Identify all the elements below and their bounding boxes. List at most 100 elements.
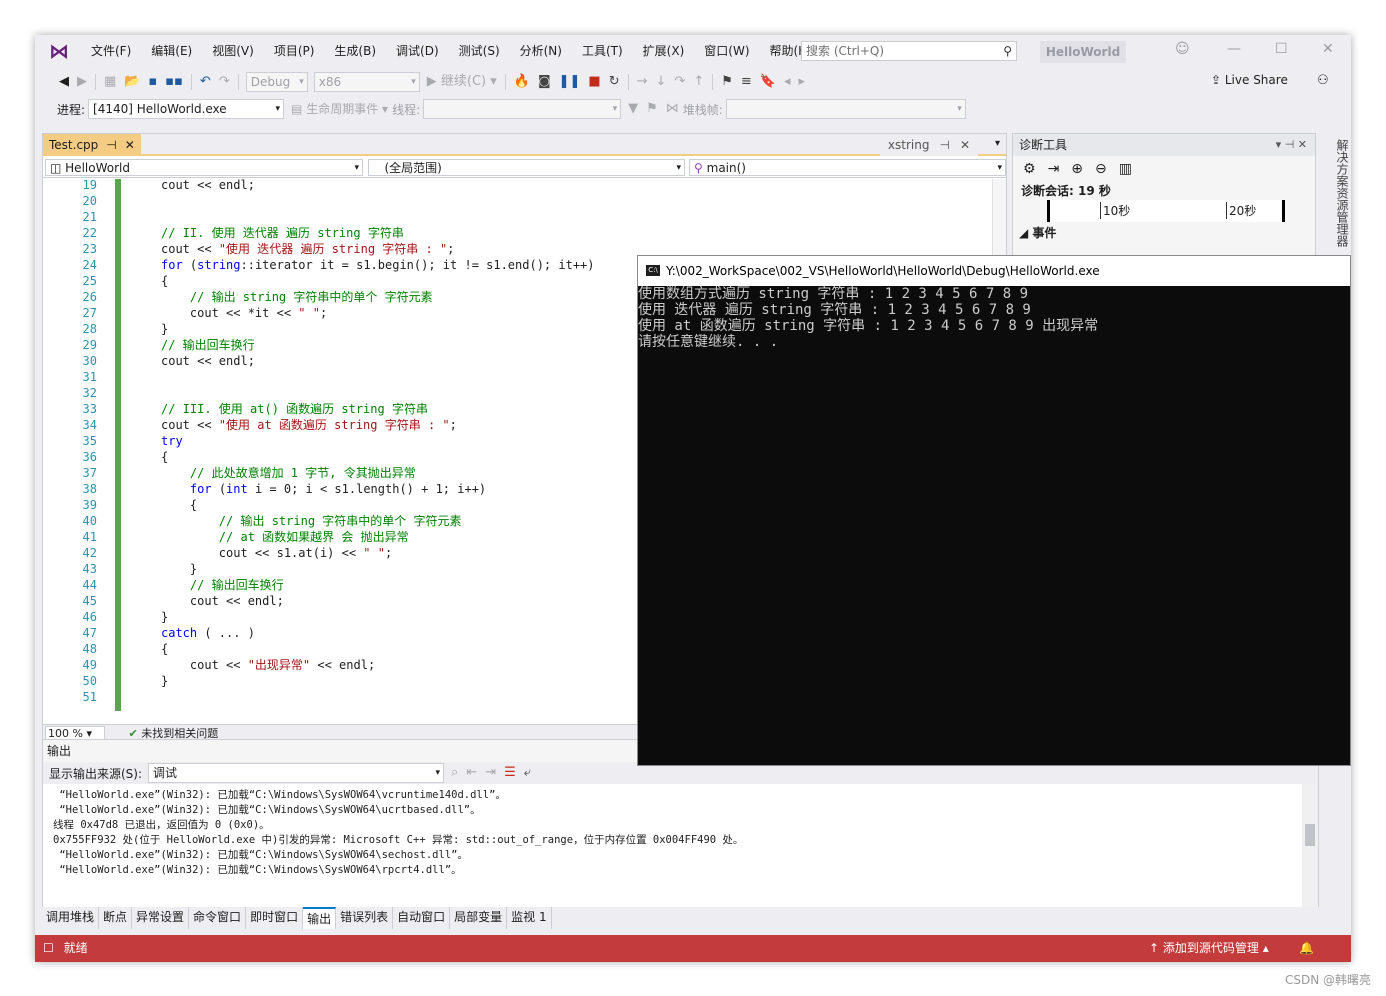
step-over-icon[interactable]: ↷ bbox=[670, 73, 689, 91]
close-button[interactable]: ✕ bbox=[1322, 41, 1334, 57]
close-tab-icon[interactable]: ✕ bbox=[960, 134, 970, 156]
bottom-tab[interactable]: 命令窗口 bbox=[189, 907, 247, 929]
next-message-icon[interactable]: ⇥ bbox=[481, 764, 500, 782]
menu-item[interactable]: 工具(T) bbox=[572, 35, 633, 67]
pin-icon[interactable]: ⊣ bbox=[106, 134, 116, 156]
word-wrap-icon[interactable]: ⤶ bbox=[520, 764, 535, 782]
hot-reload-icon[interactable]: 🔥 bbox=[510, 73, 534, 91]
maximize-button[interactable]: ☐ bbox=[1275, 41, 1288, 57]
pin-icon[interactable]: ⊣ bbox=[939, 134, 949, 156]
config-select[interactable]: Debug ▾ bbox=[245, 72, 308, 92]
back-icon[interactable]: ◀ bbox=[55, 73, 73, 91]
threads-icon[interactable]: ⋈ bbox=[662, 100, 683, 118]
search-box[interactable]: 搜索 (Ctrl+Q) ⚲ bbox=[801, 41, 1017, 61]
session-duration: 诊断会话: 19 秒 bbox=[1021, 184, 1111, 198]
forward-icon[interactable]: ▶ bbox=[73, 73, 91, 91]
line-text: cout << "使用 迭代器 遍历 string 字符串 : "; bbox=[161, 242, 455, 256]
events-section[interactable]: ◢ 事件 bbox=[1013, 222, 1315, 244]
platform-select[interactable]: x86 ▾ bbox=[313, 72, 420, 92]
project-dropdown[interactable]: ◫ HelloWorld ▾ bbox=[45, 159, 363, 176]
prev-message-icon[interactable]: ⇤ bbox=[462, 764, 481, 782]
zoom-in-icon[interactable]: ⊕ bbox=[1071, 161, 1083, 177]
thread-select[interactable]: ▾ bbox=[423, 99, 622, 119]
stop-icon[interactable]: ■ bbox=[584, 73, 604, 91]
show-next-statement-icon[interactable]: → bbox=[633, 73, 652, 91]
console-output[interactable]: 使用数组方式遍历 string 字符串 : 1 2 3 4 5 6 7 8 9使… bbox=[638, 286, 1350, 350]
screenshot-icon[interactable]: ◙ bbox=[534, 73, 555, 91]
bottom-tab[interactable]: 调用堆栈 bbox=[42, 907, 100, 929]
menu-item[interactable]: 生成(B) bbox=[324, 35, 386, 67]
bottom-tab[interactable]: 异常设置 bbox=[132, 907, 190, 929]
chart-icon[interactable]: ▥ bbox=[1119, 161, 1132, 177]
zoom-out-icon[interactable]: ⊖ bbox=[1095, 161, 1107, 177]
panel-controls-icon[interactable]: ▾ ⊣ ✕ bbox=[1276, 134, 1315, 156]
line-number: 27 bbox=[82, 306, 97, 320]
line-number: 46 bbox=[82, 610, 97, 624]
clear-all-icon[interactable]: ☰ bbox=[500, 764, 520, 782]
line-number: 20 bbox=[82, 194, 97, 208]
code-line[interactable]: 22 // II. 使用 迭代器 遍历 string 字符串 bbox=[43, 225, 993, 241]
menu-item[interactable]: 扩展(X) bbox=[633, 35, 695, 67]
timeline-ruler[interactable]: 10秒 20秒 bbox=[1047, 200, 1285, 222]
undo-icon[interactable]: ↶ bbox=[196, 73, 215, 91]
code-line[interactable]: 21 bbox=[43, 209, 993, 225]
restart-icon[interactable]: ↻ bbox=[605, 73, 624, 91]
redo-icon[interactable]: ↷ bbox=[215, 73, 234, 91]
output-scrollbar[interactable] bbox=[1302, 784, 1318, 908]
bottom-tab[interactable]: 监视 1 bbox=[507, 907, 552, 929]
step-out-icon[interactable]: ↑ bbox=[689, 73, 708, 91]
breakpoint-icon[interactable]: ⚑ bbox=[717, 73, 737, 91]
step-into-icon[interactable]: ↓ bbox=[652, 73, 671, 91]
continue-button[interactable]: ▶ 继续(C) ▾ bbox=[423, 73, 501, 91]
live-share-button[interactable]: ⇪ Live Share bbox=[1211, 73, 1288, 87]
account-icon[interactable]: ⚇ bbox=[1317, 73, 1329, 88]
bottom-tab[interactable]: 断点 bbox=[99, 907, 133, 929]
code-line[interactable]: 19 cout << endl; bbox=[43, 179, 993, 193]
tab-list-icon[interactable]: ▾ bbox=[995, 138, 1000, 149]
flag-icon[interactable]: ⚑ bbox=[642, 100, 662, 118]
save-all-icon[interactable]: ▪▪ bbox=[161, 73, 187, 91]
menu-item[interactable]: 测试(S) bbox=[449, 35, 510, 67]
settings-gear-icon[interactable]: ⚙ bbox=[1023, 161, 1036, 177]
new-project-icon[interactable]: ▦ bbox=[100, 73, 120, 91]
function-dropdown[interactable]: ⚲ main() ▾ bbox=[689, 159, 1006, 176]
bottom-tab[interactable]: 局部变量 bbox=[450, 907, 508, 929]
format-icon[interactable]: ≡ bbox=[737, 73, 756, 91]
find-message-icon[interactable]: ⌕ bbox=[447, 764, 462, 782]
bottom-tab[interactable]: 输出 bbox=[303, 907, 337, 929]
code-line[interactable]: 20 bbox=[43, 193, 993, 209]
tab-xstring[interactable]: xstring ⊣ ✕ bbox=[879, 134, 978, 156]
output-text[interactable]: “HelloWorld.exe”(Win32): 已加载“C:\Windows\… bbox=[43, 784, 1303, 908]
bottom-tab[interactable]: 即时窗口 bbox=[246, 907, 304, 929]
menu-item[interactable]: 窗口(W) bbox=[694, 35, 759, 67]
filter-icon[interactable]: ▼ bbox=[624, 100, 642, 118]
feedback-icon[interactable]: ☺ bbox=[1175, 41, 1190, 57]
source-control-button[interactable]: ↑ 添加到源代码管理 ▴ bbox=[1149, 935, 1269, 962]
bottom-tab[interactable]: 错误列表 bbox=[336, 907, 394, 929]
scope-dropdown[interactable]: (全局范围) ▾ bbox=[368, 159, 685, 176]
open-file-icon[interactable]: 📂 bbox=[120, 73, 144, 91]
menu-item[interactable]: 编辑(E) bbox=[141, 35, 202, 67]
prev-bookmark-icon[interactable]: ◂ bbox=[780, 73, 795, 91]
menu-item[interactable]: 分析(N) bbox=[510, 35, 572, 67]
bottom-tab[interactable]: 自动窗口 bbox=[393, 907, 451, 929]
ready-status: 就绪 bbox=[63, 941, 88, 955]
lifecycle-events-button[interactable]: ▤ 生命周期事件 ▾ bbox=[287, 100, 392, 118]
menu-item[interactable]: 视图(V) bbox=[202, 35, 264, 67]
next-bookmark-icon[interactable]: ▸ bbox=[795, 73, 810, 91]
menu-item[interactable]: 调试(D) bbox=[386, 35, 449, 67]
menu-item[interactable]: 文件(F) bbox=[81, 35, 141, 67]
save-icon[interactable]: ▪ bbox=[144, 73, 161, 91]
export-icon[interactable]: ⇥ bbox=[1048, 161, 1060, 177]
process-select[interactable]: [4140] HelloWorld.exe ▾ bbox=[88, 99, 285, 119]
output-source-select[interactable]: 调试 ▾ bbox=[148, 763, 445, 783]
bookmark-icon[interactable]: 🔖 bbox=[756, 73, 780, 91]
tab-test-cpp[interactable]: Test.cpp ⊣ ✕ bbox=[43, 134, 141, 156]
break-all-icon[interactable]: ❚❚ bbox=[555, 73, 585, 91]
stackframe-select[interactable]: ▾ bbox=[725, 99, 966, 119]
line-number: 21 bbox=[82, 210, 97, 224]
minimize-button[interactable]: — bbox=[1227, 41, 1241, 57]
close-tab-icon[interactable]: ✕ bbox=[125, 134, 135, 156]
notifications-bell-icon[interactable]: 🔔 bbox=[1299, 935, 1314, 962]
menu-item[interactable]: 项目(P) bbox=[264, 35, 325, 67]
